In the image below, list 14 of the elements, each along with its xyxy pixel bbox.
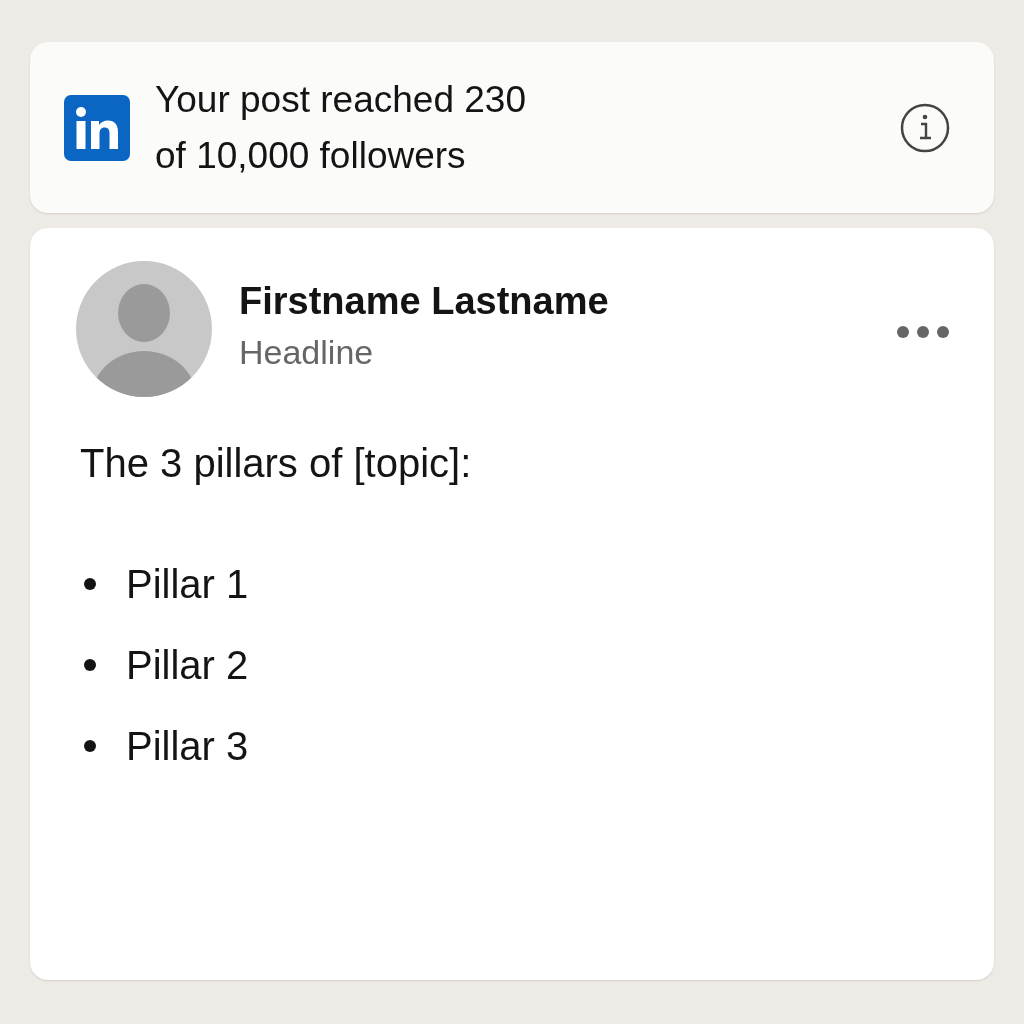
author-headline: Headline — [239, 332, 375, 373]
avatar-icon — [76, 261, 212, 397]
list-item: Pillar 1 — [126, 560, 249, 608]
list-item: Pillar 2 — [126, 641, 249, 689]
reach-message: Your post reached 230 of 10,000 followers — [155, 77, 526, 178]
author-name[interactable]: Firstname Lastname — [239, 275, 609, 327]
info-icon[interactable] — [900, 102, 950, 153]
post-text: The 3 pillars of [topic]: — [79, 440, 473, 487]
logo-icon — [64, 94, 130, 161]
bullet-icon — [84, 658, 96, 671]
list-item: Pillar 3 — [126, 722, 249, 770]
bullet-icon — [84, 577, 96, 590]
bullet-icon — [84, 739, 96, 752]
more-options-icon[interactable] — [896, 325, 950, 339]
